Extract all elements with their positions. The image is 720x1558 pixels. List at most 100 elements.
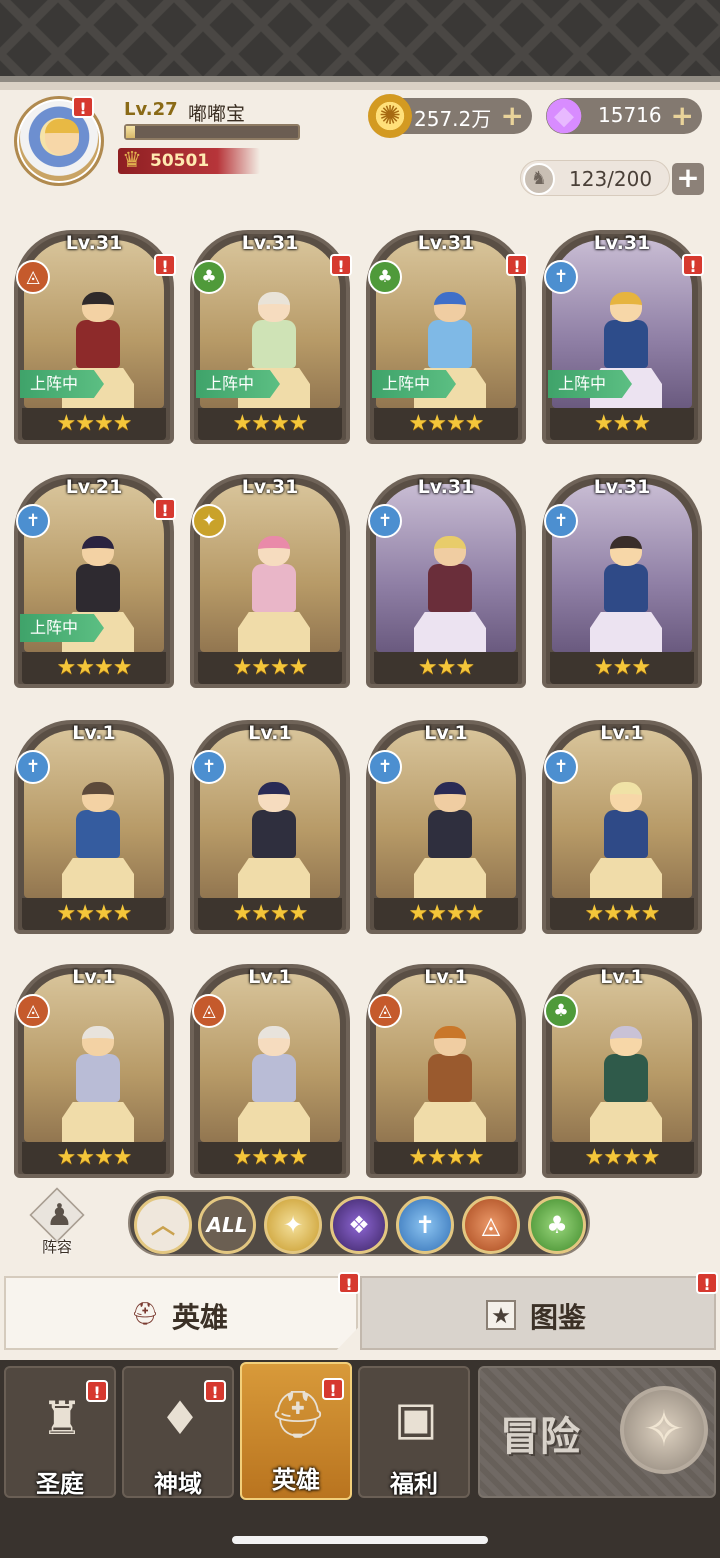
hero-card[interactable]: ★★★★ Lv.1 ♣ bbox=[542, 956, 702, 1178]
top-decorative-band bbox=[0, 0, 720, 90]
nav-welfare[interactable]: ▣ 福利 bbox=[358, 1366, 470, 1498]
tab-codex[interactable]: ★ 图鉴 bbox=[360, 1276, 716, 1350]
hero-stars: ★★★★ bbox=[408, 901, 485, 926]
beast-faction-icon: ◬ bbox=[192, 994, 226, 1028]
adventure-button[interactable]: 冒险 ✧ bbox=[478, 1366, 716, 1498]
avatar-alert-badge: ! bbox=[72, 96, 94, 118]
hero-stars-bar: ★★★★ bbox=[374, 408, 518, 440]
nav-sanctuary-alert: ! bbox=[86, 1380, 108, 1402]
hero-level: Lv.1 bbox=[424, 966, 468, 988]
hero-stars: ★★★★ bbox=[232, 901, 309, 926]
hero-card[interactable]: ★★★★ Lv.1 ✝ bbox=[14, 712, 174, 934]
combat-power-value: 50501 bbox=[150, 151, 210, 171]
hero-card[interactable]: ★★★★ Lv.1 ◬ bbox=[190, 956, 350, 1178]
nav-divine-realm[interactable]: ♦ 神域 ! bbox=[122, 1366, 234, 1498]
tab-heroes[interactable]: ⛑ 英雄 bbox=[4, 1276, 358, 1350]
hero-stars-bar: ★★★★ bbox=[198, 1142, 342, 1174]
gold-amount: 257.2万 bbox=[414, 107, 492, 131]
light-faction-icon[interactable]: ✦ bbox=[264, 1196, 322, 1254]
hero-card[interactable]: ★★★★ Lv.21 ✝ 上阵中! bbox=[14, 466, 176, 688]
pawn-icon: ♟ bbox=[46, 1198, 73, 1233]
nav-heroes[interactable]: ⛑ 英雄 ! bbox=[240, 1362, 352, 1500]
tab-heroes-label: 英雄 bbox=[172, 1301, 229, 1334]
nav-sanctuary[interactable]: ♜ 圣庭 ! bbox=[4, 1366, 116, 1498]
hero-stars-bar: ★★★★ bbox=[22, 898, 166, 930]
add-gold-button[interactable]: + bbox=[501, 100, 524, 132]
hero-card[interactable]: ★★★★ Lv.31 ◬ 上阵中! bbox=[14, 222, 176, 444]
hero-level: Lv.31 bbox=[65, 232, 123, 254]
light-faction-icon: ✦ bbox=[192, 504, 226, 538]
diamond-icon: ◆ bbox=[542, 94, 586, 138]
hero-capacity: ♞ 123/200 bbox=[520, 160, 670, 196]
gem-currency: ◆ 15716 + bbox=[542, 94, 702, 138]
hero-stars: ★★★ bbox=[593, 411, 651, 436]
faction-filter-bar: ︿ ALL ✦ ❖ ✝ ◬ ♣ bbox=[128, 1190, 590, 1256]
hero-card[interactable]: ★★★★ Lv.1 ◬ bbox=[366, 956, 526, 1178]
hero-stars-bar: ★★★★ bbox=[374, 1142, 518, 1174]
hero-stars: ★★★★ bbox=[408, 411, 485, 436]
lineup-button[interactable]: ♟ 阵容 bbox=[26, 1187, 88, 1262]
hero-card[interactable]: ★★★ Lv.31 ✝ 上阵中! bbox=[542, 222, 704, 444]
xp-bar bbox=[124, 124, 300, 140]
hero-stars-bar: ★★★★ bbox=[550, 898, 694, 930]
nav-heroes-label: 英雄 bbox=[272, 1466, 320, 1494]
hero-level: Lv.31 bbox=[417, 232, 475, 254]
sort-up-icon[interactable]: ︿ bbox=[134, 1196, 192, 1254]
bottom-navigation: ♜ 圣庭 ! ♦ 神域 ! ⛑ 英雄 ! ▣ 福利 冒险 ✧ bbox=[0, 1360, 720, 1558]
xp-bar-fill bbox=[126, 126, 135, 138]
nature-faction-icon: ♣ bbox=[544, 994, 578, 1028]
holy-faction-icon: ✝ bbox=[368, 504, 402, 538]
hero-card[interactable]: ★★★★ Lv.1 ✝ bbox=[366, 712, 526, 934]
holy-faction-icon: ✝ bbox=[544, 260, 578, 294]
deployed-tag: 上阵中 bbox=[548, 370, 632, 398]
hero-sprite bbox=[588, 1022, 664, 1112]
nav-heroes-alert: ! bbox=[322, 1378, 344, 1400]
hero-sprite bbox=[588, 288, 664, 378]
beast-faction-icon: ◬ bbox=[16, 260, 50, 294]
hero-card[interactable]: ★★★★ Lv.31 ✦ bbox=[190, 466, 350, 688]
holy-faction-icon: ✝ bbox=[368, 750, 402, 784]
nature-faction-icon: ♣ bbox=[192, 260, 226, 294]
holy-faction-icon[interactable]: ✝ bbox=[396, 1196, 454, 1254]
player-level: Lv.27 bbox=[124, 99, 178, 120]
expand-capacity-button[interactable]: + bbox=[672, 163, 704, 195]
hero-sprite bbox=[412, 532, 488, 622]
beast-faction-icon[interactable]: ◬ bbox=[462, 1196, 520, 1254]
nav-sanctuary-label: 圣庭 bbox=[36, 1470, 84, 1498]
holy-faction-icon: ✝ bbox=[544, 504, 578, 538]
hero-sprite bbox=[60, 1022, 136, 1112]
hero-stars: ★★★★ bbox=[408, 1145, 485, 1170]
hero-card[interactable]: ★★★★ Lv.1 ✝ bbox=[542, 712, 702, 934]
hero-card[interactable]: ★★★★ Lv.1 ◬ bbox=[14, 956, 174, 1178]
hero-level: Lv.1 bbox=[600, 966, 644, 988]
hero-level: Lv.31 bbox=[241, 232, 299, 254]
dark-faction-icon[interactable]: ❖ bbox=[330, 1196, 388, 1254]
hero-alert-badge: ! bbox=[154, 254, 176, 276]
hero-stars-bar: ★★★★ bbox=[198, 652, 342, 684]
compass-icon: ✧ bbox=[620, 1386, 708, 1474]
hero-card[interactable]: ★★★★ Lv.1 ✝ bbox=[190, 712, 350, 934]
filter-all-button[interactable]: ALL bbox=[198, 1196, 256, 1254]
hero-sprite bbox=[236, 532, 312, 622]
lineup-label: 阵容 bbox=[41, 1238, 72, 1256]
hero-sprite bbox=[60, 778, 136, 868]
add-gems-button[interactable]: + bbox=[671, 100, 694, 132]
player-name: 嘟嘟宝 bbox=[188, 103, 246, 125]
beast-faction-icon: ◬ bbox=[368, 994, 402, 1028]
hero-card[interactable]: ★★★ Lv.31 ✝ bbox=[542, 466, 702, 688]
hero-stars-bar: ★★★ bbox=[374, 652, 518, 684]
hero-card[interactable]: ★★★★ Lv.31 ♣ 上阵中! bbox=[190, 222, 352, 444]
holy-faction-icon: ✝ bbox=[16, 750, 50, 784]
nav-divine-realm-alert: ! bbox=[204, 1380, 226, 1402]
hero-level: Lv.1 bbox=[424, 722, 468, 744]
hero-card[interactable]: ★★★ Lv.31 ✝ bbox=[366, 466, 526, 688]
nature-faction-icon[interactable]: ♣ bbox=[528, 1196, 586, 1254]
horned-helmet-icon: ⛑ bbox=[268, 1387, 328, 1441]
hero-sprite bbox=[236, 778, 312, 868]
hero-sprite bbox=[412, 1022, 488, 1112]
combat-power: ♛ 50501 bbox=[118, 148, 260, 174]
hero-sprite bbox=[60, 288, 136, 378]
hero-card[interactable]: ★★★★ Lv.31 ♣ 上阵中! bbox=[366, 222, 528, 444]
holy-faction-icon: ✝ bbox=[16, 504, 50, 538]
hero-sprite bbox=[236, 288, 312, 378]
